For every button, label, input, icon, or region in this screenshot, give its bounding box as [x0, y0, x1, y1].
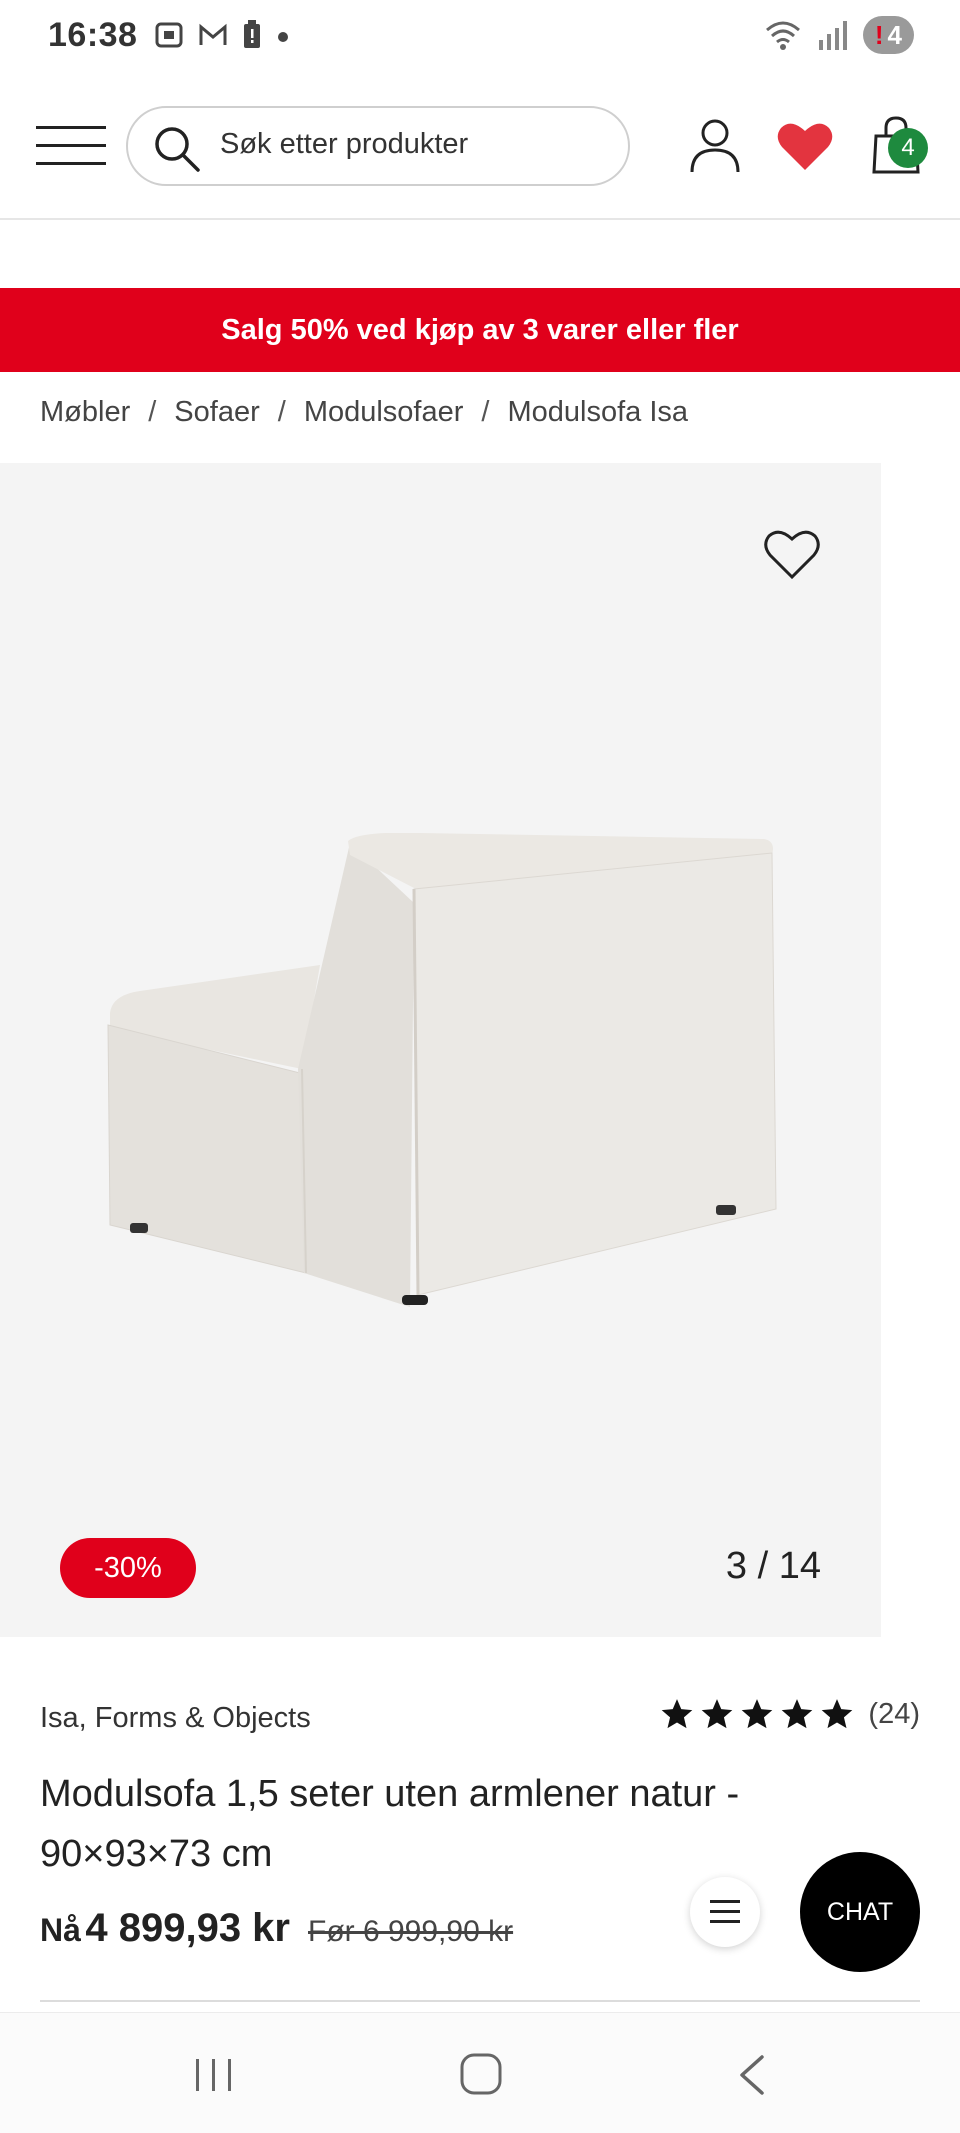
star-icon: [822, 1699, 853, 1729]
battery-warning-icon: !: [874, 19, 884, 50]
menu-icon[interactable]: [36, 122, 106, 170]
rating-count: (24): [868, 1697, 920, 1730]
recent-apps-icon[interactable]: [192, 2055, 236, 2095]
breadcrumb-separator: /: [148, 396, 157, 428]
signal-icon: [818, 21, 847, 50]
breadcrumb: Møbler / Sofaer / Modulsofaer / Modulsof…: [40, 396, 688, 429]
user-account-icon[interactable]: [688, 118, 742, 174]
product-image-gallery[interactable]: -30% 3 / 14: [0, 463, 881, 1637]
battery-indicator: ! 4: [862, 16, 914, 54]
product-rating[interactable]: (24): [660, 1697, 920, 1731]
price-now-label: Nå: [40, 1912, 81, 1948]
search-placeholder: Søk etter produkter: [220, 128, 469, 160]
breadcrumb-separator: /: [481, 396, 490, 428]
status-notification-icons: [154, 18, 290, 52]
product-price: Nå 4 899,93 kr Før 6 999,90 kr: [40, 1906, 513, 1951]
product-brand[interactable]: Isa, Forms & Objects: [40, 1702, 311, 1735]
battery-alert-icon: [244, 20, 260, 48]
wishlist-heart-icon[interactable]: [776, 120, 834, 172]
sale-banner[interactable]: Salg 50% ved kjøp av 3 varer eller fler: [0, 288, 960, 372]
price-now: 4 899,93 kr: [85, 1906, 290, 1950]
discount-badge: -30%: [60, 1538, 196, 1598]
home-icon[interactable]: [456, 2049, 506, 2099]
floating-menu-button[interactable]: [690, 1877, 760, 1947]
breadcrumb-item-modulsofaer[interactable]: Modulsofaer: [304, 396, 464, 429]
chat-button[interactable]: CHAT: [800, 1852, 920, 1972]
dot-icon: [278, 32, 288, 42]
list-menu-icon: [710, 1900, 740, 1923]
breadcrumb-item-mobler[interactable]: Møbler: [40, 396, 130, 429]
back-icon[interactable]: [734, 2053, 770, 2097]
star-icon: [742, 1699, 773, 1729]
price-before: Før 6 999,90 kr: [308, 1915, 514, 1948]
screenshot-icon: [155, 22, 183, 48]
battery-level: 4: [887, 19, 902, 50]
wifi-icon: [765, 21, 800, 50]
breadcrumb-item-sofaer[interactable]: Sofaer: [174, 396, 259, 429]
image-counter: 3 / 14: [725, 1545, 821, 1587]
star-icon: [662, 1699, 693, 1729]
breadcrumb-separator: /: [277, 396, 286, 428]
status-system-icons: ! 4: [763, 16, 914, 54]
breadcrumb-item-current[interactable]: Modulsofa Isa: [507, 396, 688, 429]
add-to-wishlist-heart-icon[interactable]: [762, 527, 822, 581]
site-header: Søk etter produkter 4: [0, 100, 960, 220]
product-image-sofa: [107, 833, 777, 1307]
search-input[interactable]: Søk etter produkter: [126, 106, 630, 186]
status-time: 16:38: [48, 16, 138, 54]
star-icon: [702, 1699, 733, 1729]
status-bar: 16:38 ! 4: [0, 0, 960, 72]
search-icon: [155, 127, 200, 172]
gmail-icon: [199, 23, 227, 45]
cart-count-badge: 4: [888, 128, 928, 168]
android-navigation-bar: [0, 2012, 960, 2133]
star-icon: [782, 1699, 813, 1729]
product-title: Modulsofa 1,5 seter uten armlener natur …: [40, 1773, 740, 1875]
divider: [40, 2000, 920, 2002]
